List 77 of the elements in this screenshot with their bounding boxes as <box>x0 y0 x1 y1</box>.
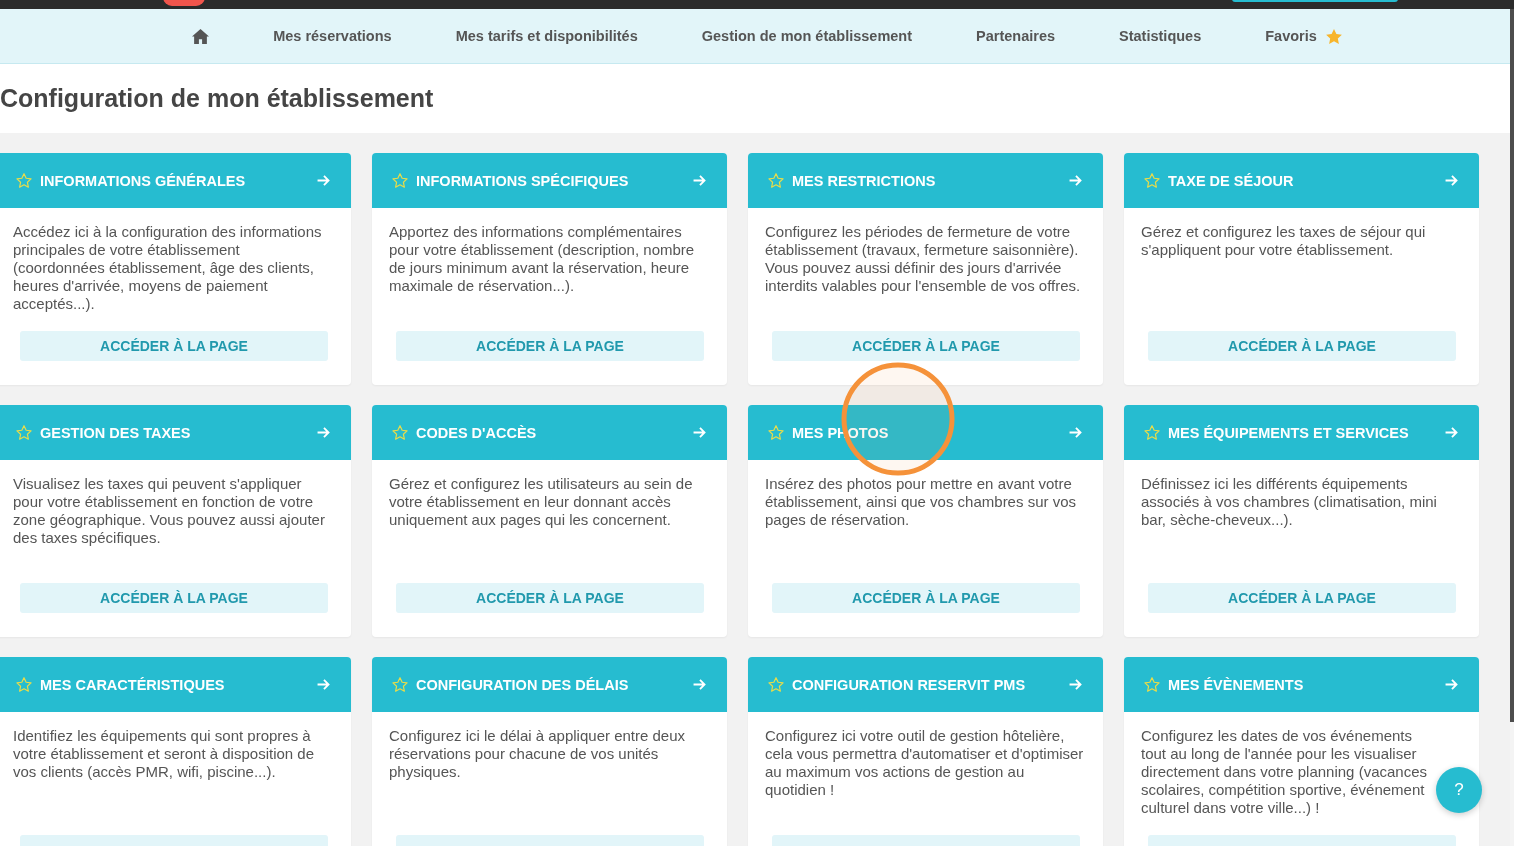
card-title: CONFIGURATION RESERVIT PMS <box>792 676 1027 693</box>
open-page-button[interactable]: ACCÉDER À LA PAGE <box>396 331 704 361</box>
star-icon[interactable] <box>1144 425 1160 440</box>
star-icon[interactable] <box>16 173 32 188</box>
star-icon[interactable] <box>392 425 408 440</box>
card-description: Configurez ici le délai à appliquer entre deux réservations pour chacune de vos unités physiques. <box>389 727 686 781</box>
card-description: Gérez et configurez les taxes de séjour qui s'appliquent pour votre établissement. <box>1141 223 1427 259</box>
card-description: Identifiez les équipements qui sont propres à votre établissement et seront à disposition de vos clients (accès PMR, wifi, piscine...). <box>13 727 315 781</box>
star-icon[interactable] <box>16 677 32 692</box>
card-title: MES CARACTÉRISTIQUES <box>40 676 226 693</box>
card-header[interactable]: MES ÉQUIPEMENTS ET SERVICES <box>1124 405 1479 460</box>
nav-link[interactable]: Partenaires <box>976 28 1056 44</box>
home-link[interactable] <box>192 28 210 44</box>
arrow-right-icon <box>1445 679 1458 690</box>
card-header[interactable]: MES RESTRICTIONS <box>748 153 1103 208</box>
card-description: Accédez ici à la configuration des informations principales de votre établissement (coordonnées établissement, âge des clients, heures d'arrivée, moyens de paiement acceptés...). <box>13 223 323 313</box>
card-header[interactable]: CONFIGURATION RESERVIT PMS <box>748 657 1103 712</box>
arrow-right-icon <box>317 175 330 186</box>
star-icon[interactable] <box>768 173 784 188</box>
page-title: Configuration de mon établissement <box>0 84 434 113</box>
open-page-button[interactable]: ACCÉDER À LA PAGE <box>772 583 1080 613</box>
arrow-right-icon <box>1069 679 1082 690</box>
nav-link[interactable]: Mes tarifs et disponibilités <box>455 28 638 44</box>
arrow-right-icon <box>317 679 330 690</box>
arrow-right-icon <box>693 679 706 690</box>
card-title: MES ÉQUIPEMENTS ET SERVICES <box>1168 424 1410 441</box>
arrow-right-icon <box>693 427 706 438</box>
open-page-button[interactable]: ACCÉDER À LA PAGE <box>1148 583 1456 613</box>
home-icon <box>192 28 210 44</box>
card-title: MES ÉVÈNEMENTS <box>1168 676 1305 693</box>
nav-link[interactable]: Favoris <box>1265 28 1342 44</box>
nav-link[interactable]: Mes réservations <box>273 28 392 44</box>
star-icon[interactable] <box>1144 173 1160 188</box>
card-header[interactable]: MES CARACTÉRISTIQUES <box>0 657 351 712</box>
open-page-button[interactable]: ACCÉDER À LA PAGE <box>396 583 704 613</box>
card-header[interactable]: CODES D'ACCÈS <box>372 405 727 460</box>
card-description: Définissez ici les différents équipements associés à vos chambres (climatisation, mini bar, sèche-cheveux...). <box>1141 475 1438 529</box>
star-icon[interactable] <box>768 677 784 692</box>
card-title: CONFIGURATION DES DÉLAIS <box>416 676 630 693</box>
arrow-right-icon <box>693 175 706 186</box>
star-icon[interactable] <box>16 425 32 440</box>
card-description: Gérez et configurez les utilisateurs au sein de votre établissement en leur donnant accès uniquement aux pages qui les concernent. <box>389 475 694 529</box>
card-header[interactable]: GESTION DES TAXES <box>0 405 351 460</box>
card-header[interactable]: INFORMATIONS GÉNÉRALES <box>0 153 351 208</box>
card-description: Configurez les périodes de fermeture de votre établissement (travaux, fermeture saisonnière). Vous pouvez aussi définir des jours d'arrivée interdits valables pour l'ensemble de vos offres. <box>765 223 1082 295</box>
star-icon[interactable] <box>768 425 784 440</box>
card-title: TAXE DE SÉJOUR <box>1168 172 1295 189</box>
open-page-button[interactable]: ACCÉDER À LA PAGE <box>20 583 328 613</box>
open-page-button[interactable]: ACCÉDER À LA PAGE <box>1148 331 1456 361</box>
scrollbar-thumb[interactable] <box>1510 9 1514 722</box>
star-icon <box>1325 28 1342 44</box>
card-header[interactable]: CONFIGURATION DES DÉLAIS <box>372 657 727 712</box>
nav-link[interactable]: Gestion de mon établissement <box>701 28 913 44</box>
card-title: INFORMATIONS GÉNÉRALES <box>40 172 247 189</box>
arrow-right-icon <box>1069 427 1082 438</box>
arrow-right-icon <box>317 427 330 438</box>
card-description: Configurez les dates de vos événements tout au long de l'année pour les visualiser directement dans votre planning (vacances scolaires, compétition sportive, événement culturel dans votre ville...) ! <box>1141 727 1428 817</box>
card-description: Insérez des photos pour mettre en avant votre établissement, ainsi que vos chambres sur vos pages de réservation. <box>765 475 1077 529</box>
star-icon[interactable] <box>392 677 408 692</box>
card-header[interactable]: MES ÉVÈNEMENTS <box>1124 657 1479 712</box>
arrow-right-icon <box>1069 175 1082 186</box>
card-title: INFORMATIONS SPÉCIFIQUES <box>416 172 630 189</box>
open-page-button[interactable]: ACCÉDER À LA PAGE <box>772 331 1080 361</box>
card-header[interactable]: TAXE DE SÉJOUR <box>1124 153 1479 208</box>
nav-link[interactable]: Statistiques <box>1119 28 1202 44</box>
card-title: MES RESTRICTIONS <box>792 172 937 189</box>
star-icon[interactable] <box>1144 677 1160 692</box>
card-title: GESTION DES TAXES <box>40 424 192 441</box>
card-description: Visualisez les taxes qui peuvent s'appliquer pour votre établissement en fonction de votre zone géographique. Vous pouvez aussi ajouter des taxes spécifiques. <box>13 475 326 547</box>
open-page-button[interactable]: ACCÉDER À LA PAGE <box>20 331 328 361</box>
card-description: Configurez ici votre outil de gestion hôtelière, cela vous permettra d'automatiser et d'optimiser au maximum vos actions de gestion au quotidien ! <box>765 727 1085 799</box>
arrow-right-icon <box>1445 175 1458 186</box>
card-title: CODES D'ACCÈS <box>416 424 538 441</box>
card-header[interactable]: INFORMATIONS SPÉCIFIQUES <box>372 153 727 208</box>
card-description: Apportez des informations complémentaires pour votre établissement (description, nombre de jours minimum avant la réservation, heure maximale de réservation...). <box>389 223 696 295</box>
star-icon[interactable] <box>392 173 408 188</box>
arrow-right-icon <box>1445 427 1458 438</box>
